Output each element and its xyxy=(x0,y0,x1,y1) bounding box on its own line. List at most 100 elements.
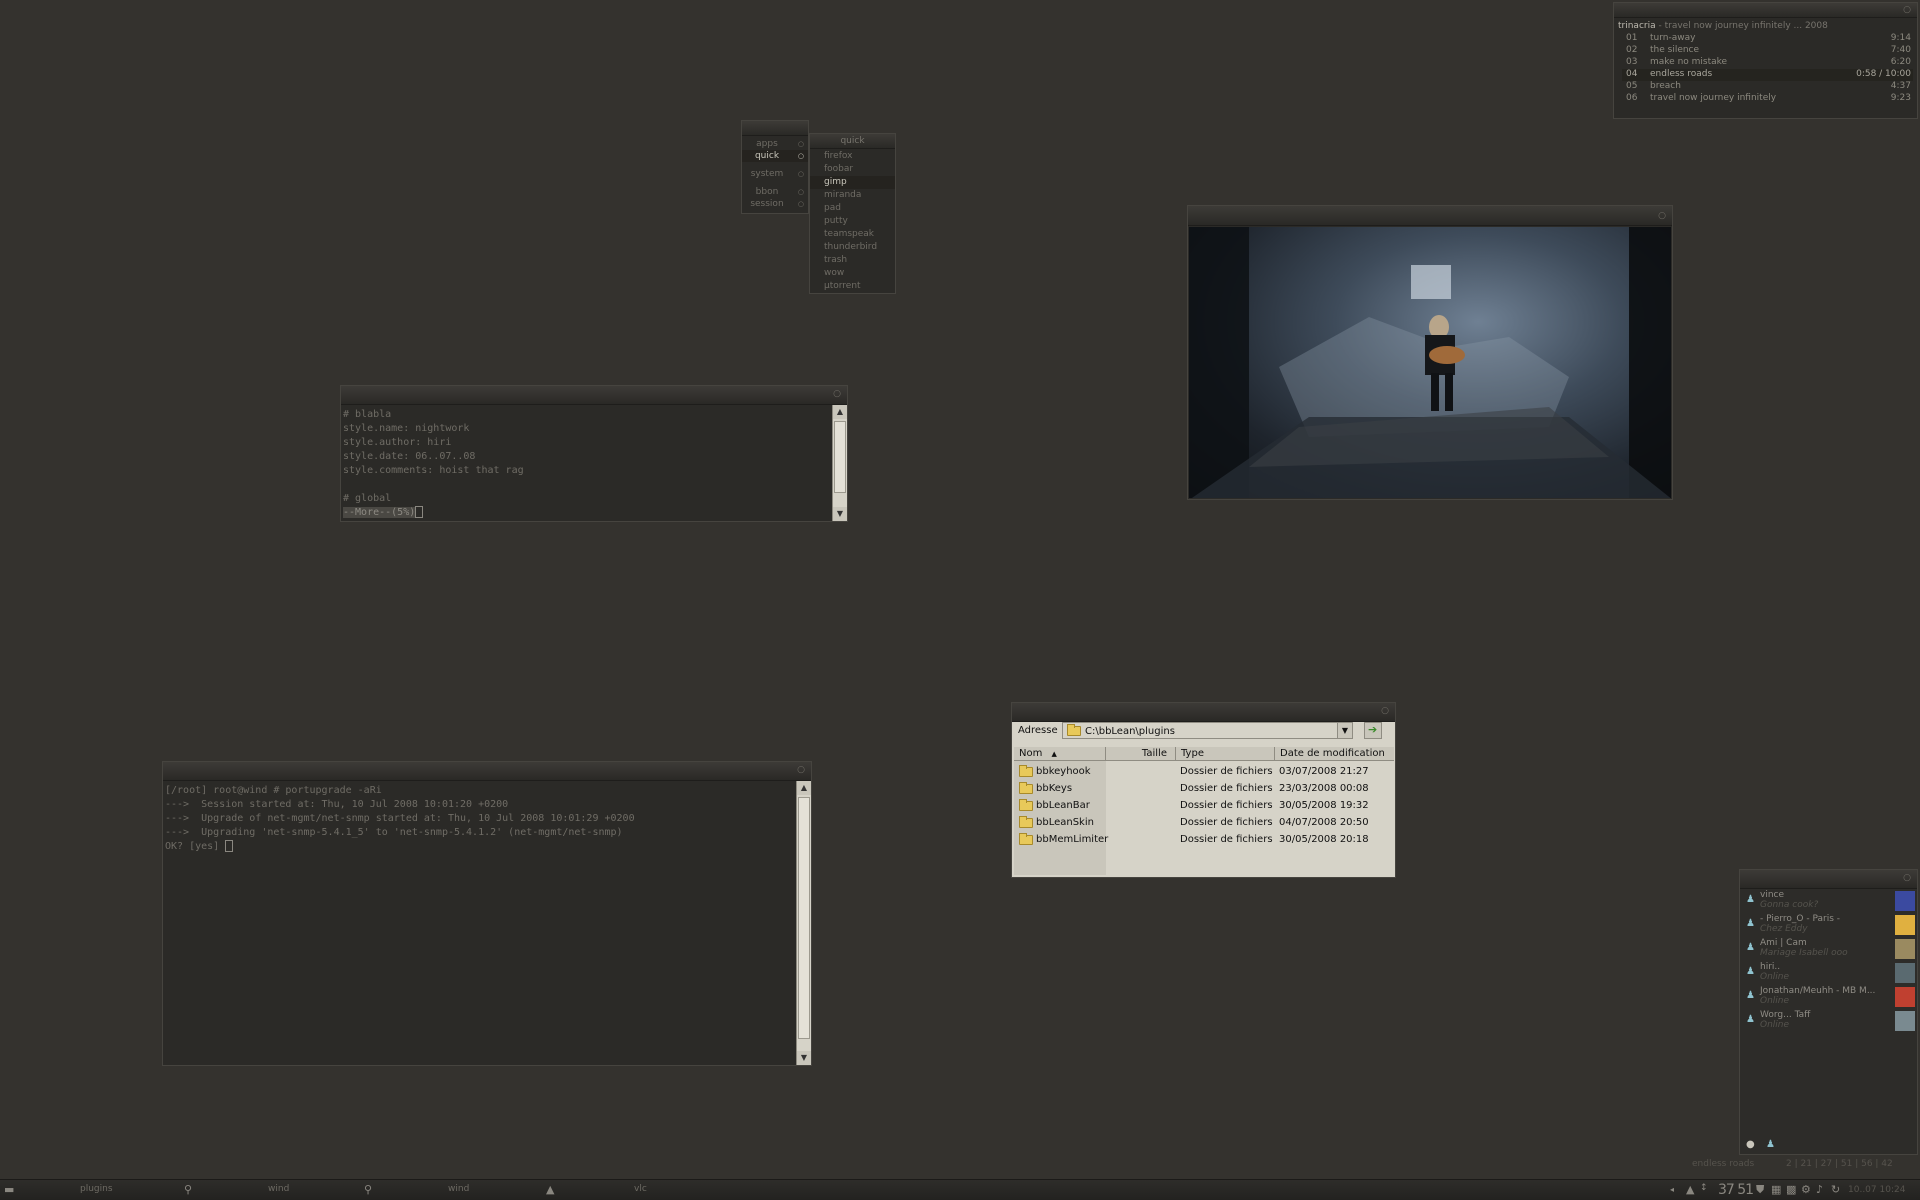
contact-item[interactable]: ♟ vince Gonna cook? xyxy=(1742,890,1915,914)
menu-titlebar xyxy=(742,121,808,136)
contact-item[interactable]: ♟ Jonathan/Meuhh - MB M... Online xyxy=(1742,986,1915,1010)
chevron-down-icon[interactable]: ▼ xyxy=(1337,723,1352,738)
terminal-prompt: OK? [yes] xyxy=(165,841,226,852)
submenu-item[interactable]: µtorrent xyxy=(810,280,895,293)
track-row[interactable]: 06 travel now journey infinitely 9:23 xyxy=(1622,93,1913,105)
workspace-list[interactable]: 2 | 21 | 27 | 51 | 56 | 42 xyxy=(1786,1159,1893,1169)
close-icon[interactable]: ○ xyxy=(833,389,841,399)
explorer-titlebar[interactable]: ○ xyxy=(1012,703,1395,722)
column-header-size[interactable]: Taille xyxy=(1106,747,1176,761)
pager-scrollbar[interactable]: ▲ ▼ xyxy=(832,405,847,521)
contact-item[interactable]: ♟ hiri.. Online xyxy=(1742,962,1915,986)
column-header-name[interactable]: Nom ▲ xyxy=(1014,747,1106,761)
file-row[interactable]: bbkeyhook Dossier de fichiers 03/07/2008 2… xyxy=(1014,763,1393,780)
submenu-item[interactable]: trash xyxy=(810,254,895,267)
track-time: 9:14 xyxy=(1890,33,1911,43)
submenu-item[interactable]: foobar xyxy=(810,163,895,176)
scroll-thumb[interactable] xyxy=(834,421,846,493)
scroll-thumb[interactable] xyxy=(798,797,810,1039)
file-name: bbLeanBar xyxy=(1036,800,1090,811)
sync-icon[interactable]: ↻ xyxy=(1831,1183,1840,1196)
submenu-item[interactable]: firefox xyxy=(810,150,895,163)
submenu-item[interactable]: teamspeak xyxy=(810,228,895,241)
scroll-up-icon[interactable]: ▲ xyxy=(797,781,811,795)
contact-name: Ami | Cam xyxy=(1760,938,1807,948)
folder-icon[interactable]: ▬ xyxy=(4,1183,14,1196)
scroll-down-icon[interactable]: ▼ xyxy=(797,1051,811,1065)
track-row[interactable]: 05 breach 4:37 xyxy=(1622,81,1913,93)
task-vlc[interactable]: vlc xyxy=(634,1184,647,1194)
scroll-up-icon[interactable]: ▲ xyxy=(833,405,847,419)
menu-item-quick[interactable]: quick ○ xyxy=(742,150,808,162)
pager-line: style.name: nightwork xyxy=(343,423,470,434)
task-plugins[interactable]: plugins xyxy=(80,1184,113,1194)
contact-name: Worg... Taff xyxy=(1760,1010,1811,1020)
vlc-cone-icon[interactable]: ▲ xyxy=(546,1183,554,1196)
pager-titlebar[interactable]: ○ xyxy=(341,386,847,405)
file-name: bbMemLimiter xyxy=(1036,834,1109,845)
go-button[interactable]: ➔ xyxy=(1364,722,1382,739)
menu-item-apps[interactable]: apps ○ xyxy=(742,138,808,150)
track-row[interactable]: 03 make no mistake 6:20 xyxy=(1622,57,1913,69)
network-icon[interactable]: ↕ xyxy=(1700,1183,1708,1193)
task-wind-1[interactable]: wind xyxy=(268,1184,289,1194)
contact-item[interactable]: ♟ - Pierro_O - Paris - Chez Eddy xyxy=(1742,914,1915,938)
track-title: travel now journey infinitely xyxy=(1650,93,1777,103)
bulb-icon[interactable]: ● xyxy=(1746,1139,1755,1150)
terminal-output[interactable]: [/root] root@wind # portupgrade -aRi --->… xyxy=(165,784,795,1063)
track-row[interactable]: 04 endless roads 0:58 / 10:00 xyxy=(1622,69,1913,81)
close-icon[interactable]: ○ xyxy=(797,765,805,775)
submenu-item[interactable]: thunderbird xyxy=(810,241,895,254)
file-row[interactable]: bbLeanBar Dossier de fichiers 30/05/2008 1… xyxy=(1014,797,1393,814)
submenu-item[interactable]: gimp xyxy=(810,176,895,189)
terminal-titlebar[interactable]: ○ xyxy=(163,762,811,781)
submenu-item[interactable]: miranda xyxy=(810,189,895,202)
address-field[interactable]: C:\bbLean\plugins ▼ xyxy=(1062,722,1353,739)
arrow-left-icon[interactable]: ◂ xyxy=(1670,1185,1674,1194)
pager-text[interactable]: # blabla style.name: nightwork style.autho… xyxy=(343,408,831,519)
speaker-icon[interactable]: ♪ xyxy=(1816,1183,1823,1196)
album-title: - travel now journey infinitely ... 2008 xyxy=(1655,21,1828,31)
file-name: bbkeyhook xyxy=(1036,766,1091,777)
network-icon[interactable]: ⚲ xyxy=(184,1183,192,1196)
vlc-cone-icon[interactable]: ▲ xyxy=(1686,1183,1694,1196)
menu-item-session[interactable]: session ○ xyxy=(742,198,808,210)
menu-item-bbon[interactable]: bbon ○ xyxy=(742,186,808,198)
submenu-item[interactable]: putty xyxy=(810,215,895,228)
person-icon: ♟ xyxy=(1746,894,1755,905)
folder-icon xyxy=(1019,799,1033,811)
close-icon[interactable]: ○ xyxy=(1381,706,1389,716)
close-icon[interactable]: ○ xyxy=(1903,873,1911,883)
video-titlebar[interactable]: ○ xyxy=(1188,206,1672,226)
video-frame[interactable] xyxy=(1189,227,1671,498)
column-header-date[interactable]: Date de modification xyxy=(1275,747,1394,761)
submenu-item[interactable]: pad xyxy=(810,202,895,215)
file-row[interactable]: bbMemLimiter Dossier de fichiers 30/05/200… xyxy=(1014,831,1393,848)
close-icon[interactable]: ○ xyxy=(1658,211,1666,221)
task-wind-2[interactable]: wind xyxy=(448,1184,469,1194)
contacts-titlebar[interactable]: ○ xyxy=(1740,870,1917,889)
shield-icon[interactable]: ⛊ xyxy=(1756,1183,1764,1197)
contact-item[interactable]: ♟ Ami | Cam Mariage Isabell ooo xyxy=(1742,938,1915,962)
network-icon[interactable]: ⚲ xyxy=(364,1183,372,1196)
file-row[interactable]: bbLeanSkin Dossier de fichiers 04/07/2008 … xyxy=(1014,814,1393,831)
player-titlebar[interactable]: ○ xyxy=(1614,3,1917,18)
tools-icon[interactable]: ▩ xyxy=(1786,1183,1796,1196)
close-icon[interactable]: ○ xyxy=(1903,5,1911,15)
submenu-title: quick xyxy=(810,134,895,149)
submenu-arrow-icon: ○ xyxy=(797,152,804,160)
column-header-type[interactable]: Type xyxy=(1176,747,1275,761)
contact-item[interactable]: ♟ Worg... Taff Online xyxy=(1742,1010,1915,1034)
gear-icon[interactable]: ⚙ xyxy=(1801,1183,1811,1196)
file-row[interactable]: bbKeys Dossier de fichiers 23/03/2008 00:0… xyxy=(1014,780,1393,797)
track-row[interactable]: 01 turn-away 9:14 xyxy=(1622,33,1913,45)
file-date: 03/07/2008 21:27 xyxy=(1279,766,1369,777)
track-row[interactable]: 02 the silence 7:40 xyxy=(1622,45,1913,57)
terminal-scrollbar[interactable]: ▲ ▼ xyxy=(796,781,811,1065)
file-name: bbLeanSkin xyxy=(1036,817,1094,828)
monitor-icon[interactable]: ▦ xyxy=(1771,1183,1781,1196)
submenu-item[interactable]: wow xyxy=(810,267,895,280)
scroll-down-icon[interactable]: ▼ xyxy=(833,507,847,521)
status-icon[interactable]: ♟ xyxy=(1766,1139,1775,1150)
menu-item-system[interactable]: system ○ xyxy=(742,168,808,180)
